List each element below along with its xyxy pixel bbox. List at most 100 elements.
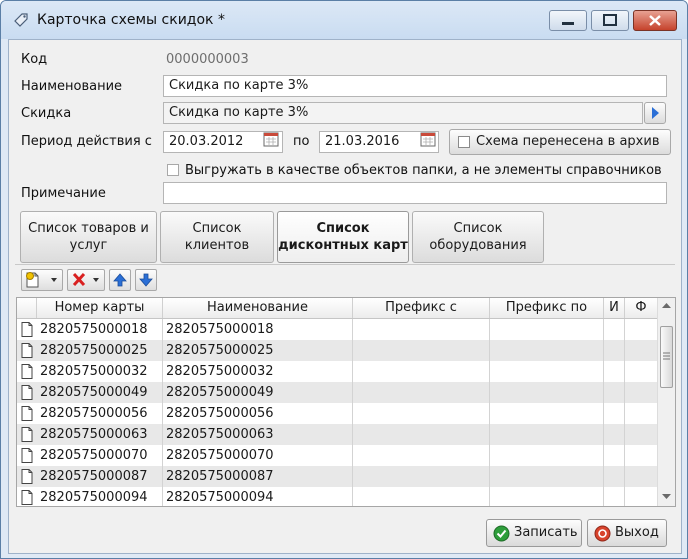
cell-empty[interactable] — [353, 466, 490, 487]
tab-goods-services[interactable]: Список товаров и услуг — [20, 211, 157, 263]
cell-empty[interactable] — [625, 319, 657, 340]
cell-card[interactable]: 2820575000018 — [37, 319, 163, 340]
cell-empty[interactable] — [604, 361, 625, 382]
cell-empty[interactable] — [604, 382, 625, 403]
cell-name[interactable]: 2820575000056 — [163, 403, 353, 424]
cell-name[interactable]: 2820575000087 — [163, 466, 353, 487]
column-header[interactable]: Наименование — [163, 298, 353, 318]
cell-empty[interactable] — [353, 445, 490, 466]
cell-empty[interactable] — [604, 403, 625, 424]
tab-equipment[interactable]: Список оборудования — [412, 211, 544, 263]
cell-empty[interactable] — [625, 340, 657, 361]
cell-empty[interactable] — [353, 424, 490, 445]
scroll-down-icon[interactable] — [661, 492, 672, 501]
delete-button[interactable] — [67, 269, 105, 291]
cell-empty[interactable] — [353, 361, 490, 382]
cell-empty[interactable] — [604, 445, 625, 466]
period-to-label: по — [293, 134, 310, 149]
cell-empty[interactable] — [490, 424, 604, 445]
table-row[interactable]: 2820575000025 2820575000025 — [17, 340, 657, 361]
cell-name[interactable]: 2820575000063 — [163, 424, 353, 445]
cell-empty[interactable] — [625, 487, 657, 506]
calendar-icon[interactable] — [262, 130, 280, 148]
save-button[interactable]: Записать — [486, 519, 582, 547]
discount-tag-icon — [14, 13, 28, 27]
dialog-body: Код 0000000003 Наименование Скидка по ка… — [8, 39, 682, 554]
column-header[interactable]: Префикс по — [490, 298, 604, 318]
archive-checkbox[interactable] — [458, 136, 470, 148]
cell-empty[interactable] — [490, 319, 604, 340]
vertical-scrollbar[interactable] — [657, 298, 675, 506]
cell-empty[interactable] — [353, 487, 490, 506]
move-down-button[interactable] — [135, 269, 157, 291]
cell-empty[interactable] — [604, 424, 625, 445]
cell-name[interactable]: 2820575000070 — [163, 445, 353, 466]
cell-name[interactable]: 2820575000032 — [163, 361, 353, 382]
cell-empty[interactable] — [625, 466, 657, 487]
cell-empty[interactable] — [353, 382, 490, 403]
cell-name[interactable]: 2820575000049 — [163, 382, 353, 403]
cell-empty[interactable] — [625, 382, 657, 403]
cell-card[interactable]: 2820575000049 — [37, 382, 163, 403]
cell-empty[interactable] — [604, 340, 625, 361]
cell-empty[interactable] — [604, 319, 625, 340]
add-button[interactable] — [21, 269, 63, 291]
discount-select-button[interactable] — [644, 102, 666, 124]
cell-card[interactable]: 2820575000032 — [37, 361, 163, 382]
cell-card[interactable]: 2820575000087 — [37, 466, 163, 487]
table-row[interactable]: 2820575000094 2820575000094 — [17, 487, 657, 506]
table-row[interactable]: 2820575000087 2820575000087 — [17, 466, 657, 487]
table-row[interactable]: 2820575000032 2820575000032 — [17, 361, 657, 382]
calendar-icon[interactable] — [419, 130, 437, 148]
cell-card[interactable]: 2820575000070 — [37, 445, 163, 466]
cell-empty[interactable] — [625, 445, 657, 466]
table-row[interactable]: 2820575000070 2820575000070 — [17, 445, 657, 466]
cell-empty[interactable] — [353, 403, 490, 424]
cell-empty[interactable] — [625, 424, 657, 445]
cell-empty[interactable] — [625, 403, 657, 424]
discount-field[interactable]: Скидка по карте 3% — [163, 102, 643, 124]
cell-empty[interactable] — [490, 487, 604, 506]
cell-empty[interactable] — [490, 403, 604, 424]
column-header[interactable]: Номер карты — [37, 298, 163, 318]
delete-icon — [72, 272, 99, 287]
cell-empty[interactable] — [604, 466, 625, 487]
table-row[interactable]: 2820575000049 2820575000049 — [17, 382, 657, 403]
column-header[interactable]: Префикс с — [353, 298, 490, 318]
column-header[interactable]: И — [604, 298, 625, 318]
export-checkbox[interactable] — [167, 164, 179, 176]
cell-empty[interactable] — [604, 487, 625, 506]
scroll-up-icon[interactable] — [661, 301, 672, 310]
table-row[interactable]: 2820575000018 2820575000018 — [17, 319, 657, 340]
cell-name[interactable]: 2820575000094 — [163, 487, 353, 506]
table-row[interactable]: 2820575000063 2820575000063 — [17, 424, 657, 445]
cell-empty[interactable] — [625, 361, 657, 382]
cell-name[interactable]: 2820575000025 — [163, 340, 353, 361]
cell-empty[interactable] — [353, 340, 490, 361]
cell-name[interactable]: 2820575000018 — [163, 319, 353, 340]
cell-card[interactable]: 2820575000025 — [37, 340, 163, 361]
minimize-button[interactable] — [549, 10, 587, 31]
cell-empty[interactable] — [490, 340, 604, 361]
note-input[interactable] — [163, 182, 667, 204]
scrollbar-thumb[interactable] — [660, 326, 673, 388]
column-header[interactable]: Ф — [625, 298, 657, 318]
tab-clients[interactable]: Список клиентов — [160, 211, 274, 263]
cell-card[interactable]: 2820575000094 — [37, 487, 163, 506]
cell-card[interactable]: 2820575000063 — [37, 424, 163, 445]
name-input[interactable]: Скидка по карте 3% — [163, 75, 667, 97]
cell-empty[interactable] — [490, 361, 604, 382]
tab-discount-cards[interactable]: Список дисконтных карт — [277, 211, 409, 263]
cell-empty[interactable] — [490, 382, 604, 403]
archive-toggle[interactable]: Схема перенесена в архив — [449, 129, 671, 155]
exit-button[interactable]: Выход — [587, 519, 667, 547]
tab-label-line: Список — [192, 221, 242, 236]
cell-empty[interactable] — [490, 466, 604, 487]
cell-card[interactable]: 2820575000056 — [37, 403, 163, 424]
maximize-button[interactable] — [591, 10, 629, 31]
cell-empty[interactable] — [490, 445, 604, 466]
table-row[interactable]: 2820575000056 2820575000056 — [17, 403, 657, 424]
cell-empty[interactable] — [353, 319, 490, 340]
close-window-button[interactable] — [633, 10, 677, 31]
move-up-button[interactable] — [109, 269, 131, 291]
